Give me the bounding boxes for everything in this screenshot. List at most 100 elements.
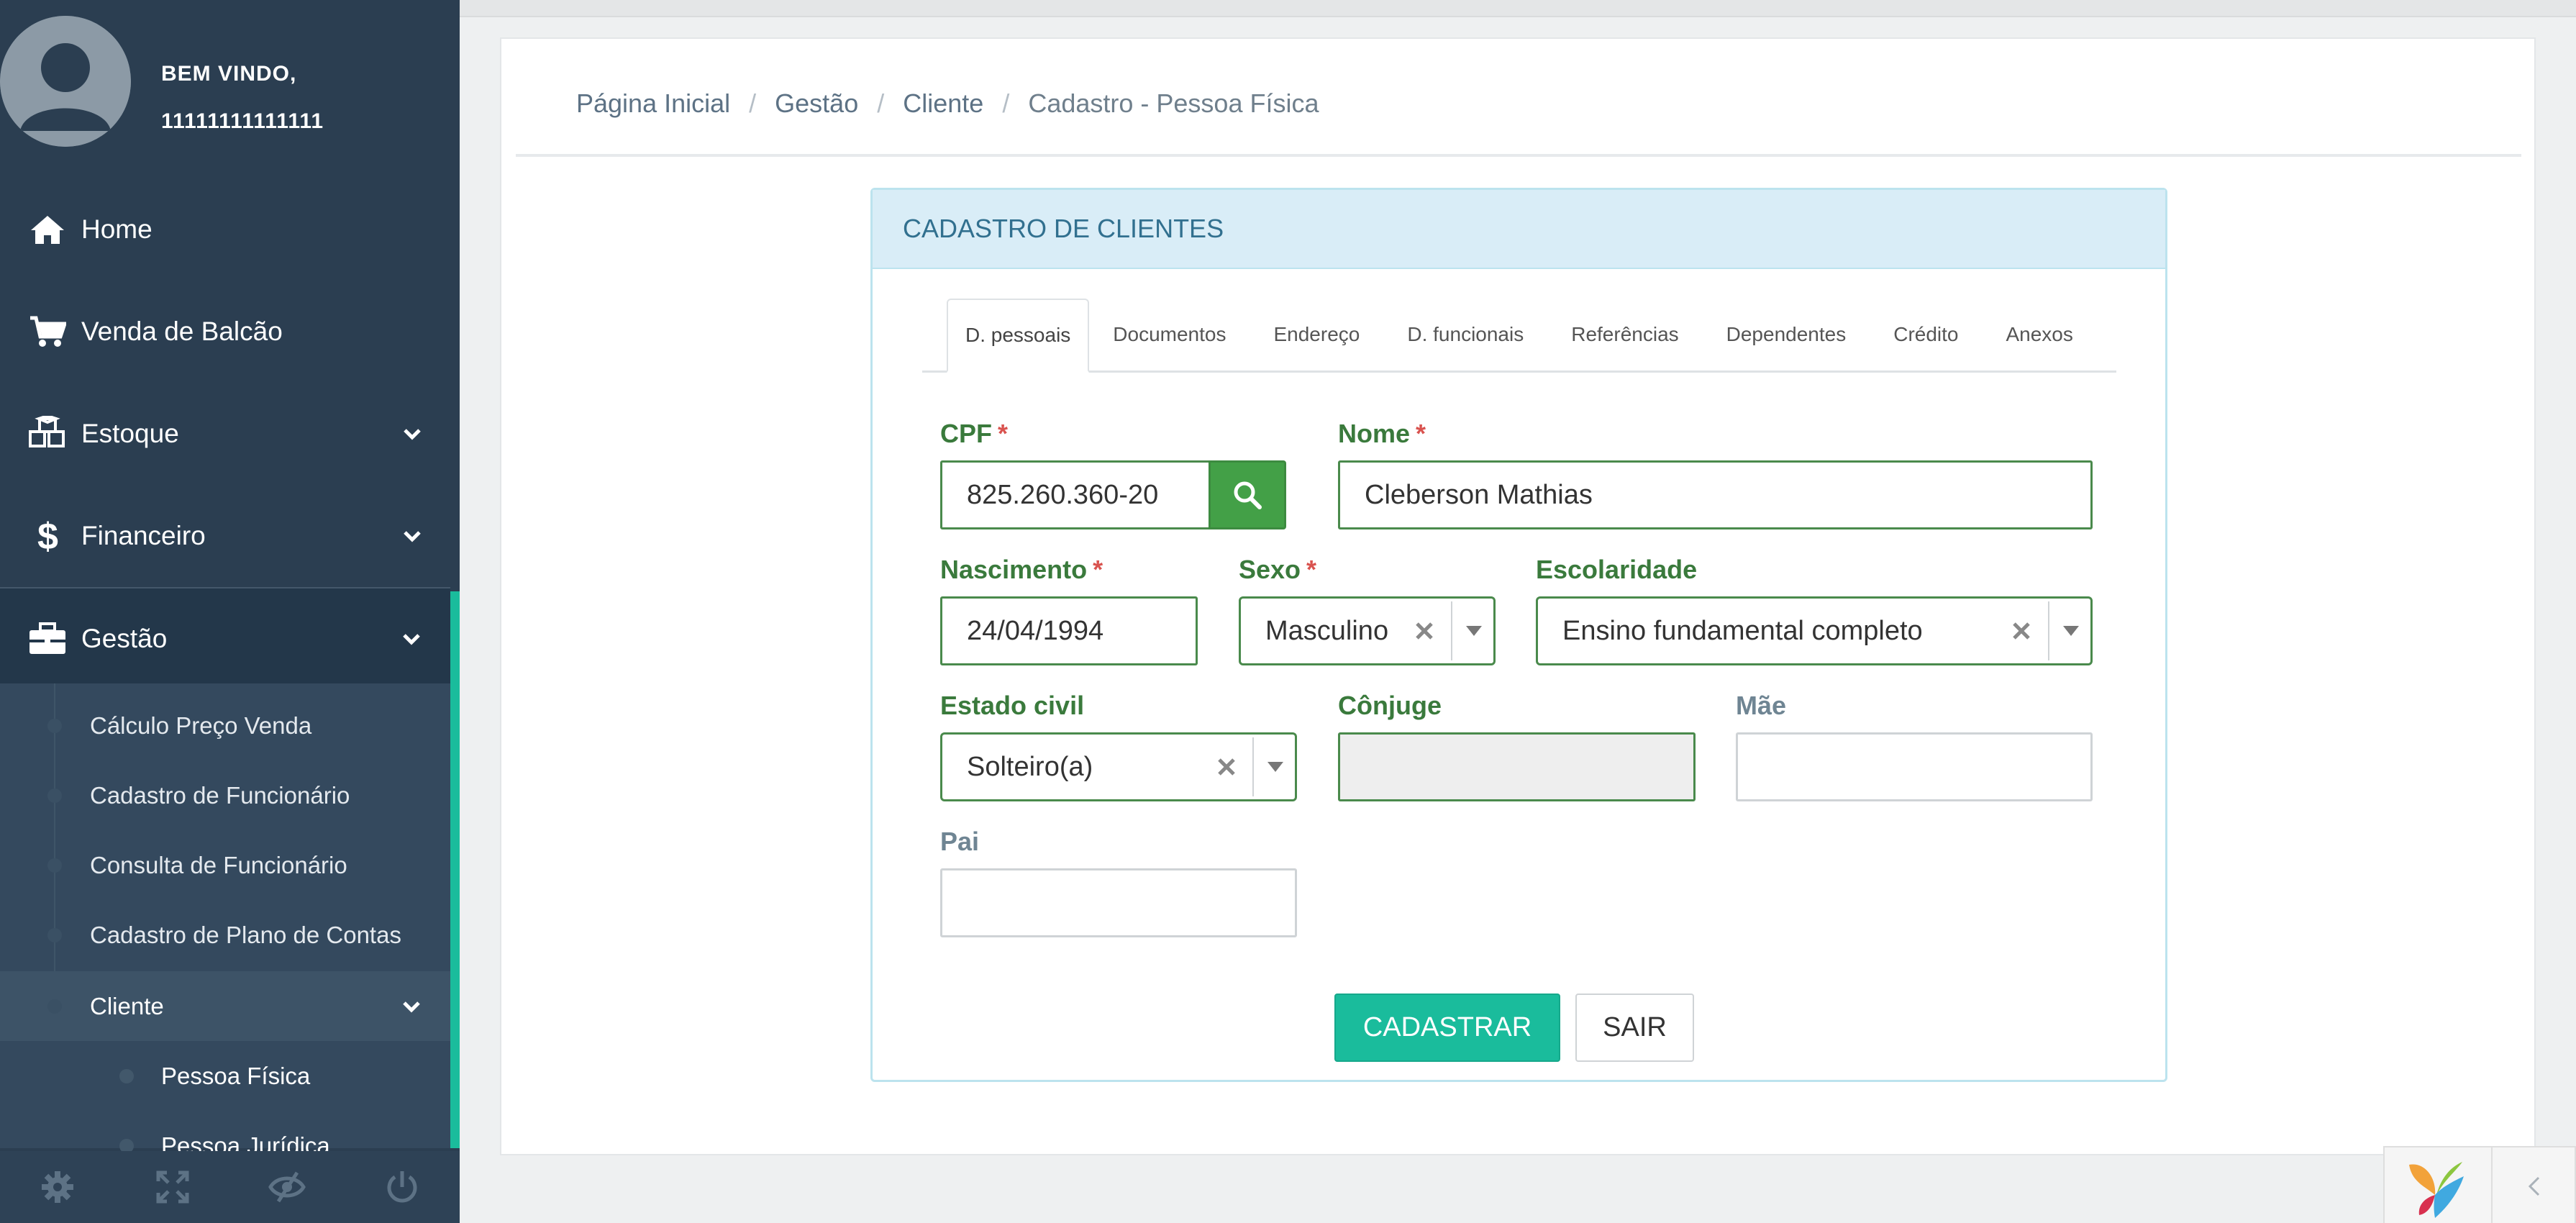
nome-label-text: Nome (1338, 419, 1411, 448)
mae-input[interactable] (1736, 732, 2093, 801)
chevron-down-icon (403, 634, 420, 645)
form-title: CADASTRO DE CLIENTES (873, 190, 2165, 269)
tab-documentos[interactable]: Documentos (1089, 299, 1250, 370)
tab-dependentes[interactable]: Dependentes (1703, 299, 1870, 370)
client-form-panel: CADASTRO DE CLIENTES D. pessoais Documen… (870, 188, 2167, 1082)
chevron-down-icon (404, 531, 421, 542)
logout-button[interactable] (345, 1151, 460, 1223)
tab-anexos[interactable]: Anexos (1982, 299, 2096, 370)
menu-label-estoque: Estoque (81, 419, 179, 448)
submenu-item-cliente[interactable]: Cliente (0, 971, 450, 1041)
estado-civil-label-text: Estado civil (940, 691, 1085, 720)
tab-dados-funcionais[interactable]: D. funcionais (1383, 299, 1547, 370)
sexo-select[interactable]: Masculino (1239, 596, 1496, 665)
caret-down-icon[interactable] (1466, 626, 1482, 636)
caret-down-icon[interactable] (1267, 762, 1283, 772)
mae-label-text: Mãe (1736, 691, 1787, 720)
nome-label: Nome * (1338, 419, 1426, 449)
nascimento-label: Nascimento * (940, 555, 1103, 585)
required-mark: * (1093, 555, 1103, 584)
menu-label-financeiro: Financeiro (81, 521, 206, 550)
chevron-left-icon (2528, 1176, 2540, 1196)
clear-icon[interactable] (2011, 620, 2032, 642)
top-bar (460, 0, 2576, 17)
collapse-toolbar-button[interactable] (2491, 1147, 2576, 1223)
power-icon (387, 1171, 417, 1203)
bullet-icon (47, 927, 62, 942)
breadcrumb-separator: / (877, 88, 885, 118)
briefcase-icon (27, 619, 68, 659)
submenu-item-cadastro-funcionario[interactable]: Cadastro de Funcionário (0, 760, 450, 830)
submenu-item-pessoa-fisica[interactable]: Pessoa Física (0, 1041, 450, 1111)
svg-text:$: $ (37, 516, 58, 556)
tab-dados-pessoais[interactable]: D. pessoais (947, 299, 1090, 373)
clear-icon[interactable] (1216, 756, 1237, 778)
breadcrumb-link-home[interactable]: Página Inicial (576, 88, 730, 119)
nascimento-input[interactable]: 24/04/1994 (940, 596, 1198, 665)
clear-icon[interactable] (1414, 620, 1435, 642)
menu-item-gestao[interactable]: Gestão (0, 587, 450, 689)
menu-label-home: Home (81, 214, 153, 244)
conjuge-input[interactable] (1338, 732, 1696, 801)
active-section-indicator (450, 591, 460, 1148)
search-icon (1234, 481, 1262, 509)
settings-button[interactable] (0, 1151, 115, 1223)
required-mark: * (1306, 555, 1317, 584)
pai-label-text: Pai (940, 827, 980, 856)
breadcrumb-link-cliente[interactable]: Cliente (903, 88, 983, 119)
sair-button[interactable]: SAIR (1575, 994, 1694, 1062)
required-mark: * (998, 419, 1009, 448)
lock-screen-button[interactable] (230, 1151, 345, 1223)
avatar (0, 16, 131, 147)
main-content: Página Inicial / Gestão / Cliente / Cada… (500, 37, 2536, 1155)
menu-item-home[interactable]: Home (0, 178, 460, 281)
select-divider (1451, 601, 1452, 660)
breadcrumb-link-gestao[interactable]: Gestão (775, 88, 858, 119)
menu-item-venda-balcao[interactable]: Venda de Balcão (0, 281, 460, 383)
sidebar-footer (0, 1151, 460, 1223)
escolaridade-select[interactable]: Ensino fundamental completo (1536, 596, 2093, 665)
select-divider (1252, 737, 1254, 796)
pai-input[interactable] (940, 868, 1297, 937)
submenu-label: Cadastro de Funcionário (90, 781, 350, 809)
tab-endereco[interactable]: Endereço (1250, 299, 1383, 370)
menu-item-financeiro[interactable]: $ Financeiro (0, 485, 460, 587)
bullet-icon (47, 858, 62, 873)
fullscreen-icon (156, 1170, 189, 1204)
bullet-icon (119, 1068, 134, 1083)
breadcrumb-separator: / (1002, 88, 1010, 118)
chevron-down-icon (404, 429, 421, 440)
escolaridade-selected-value: Ensino fundamental completo (1562, 615, 1923, 646)
welcome-text: BEM VINDO, 11111111111111 (161, 50, 324, 145)
debug-toolbar (2383, 1146, 2576, 1223)
framework-logo-icon[interactable] (2403, 1158, 2468, 1219)
sexo-label: Sexo * (1239, 555, 1316, 585)
estado-civil-selected-value: Solteiro(a) (967, 751, 1093, 782)
menu-label-venda: Venda de Balcão (81, 317, 283, 346)
bullet-icon (47, 788, 62, 803)
submenu-item-calculo-preco[interactable]: Cálculo Preço Venda (0, 691, 450, 760)
cpf-search-button[interactable] (1209, 460, 1286, 529)
chevron-down-icon (403, 1001, 420, 1013)
tab-referencias[interactable]: Referências (1547, 299, 1702, 370)
menu-item-estoque[interactable]: Estoque (0, 383, 460, 485)
caret-down-icon[interactable] (2063, 626, 2079, 636)
pai-label: Pai (940, 827, 979, 857)
estado-civil-select[interactable]: Solteiro(a) (940, 732, 1297, 801)
fullscreen-button[interactable] (115, 1151, 230, 1223)
nome-input[interactable]: Cleberson Mathias (1338, 460, 2093, 529)
bullet-icon (47, 999, 62, 1014)
tab-credito[interactable]: Crédito (1870, 299, 1982, 370)
sexo-label-text: Sexo (1239, 555, 1301, 584)
required-mark: * (1416, 419, 1426, 448)
cpf-input[interactable]: 825.260.360-20 (940, 460, 1211, 529)
cadastrar-button[interactable]: CADASTRAR (1334, 994, 1560, 1062)
submenu-label: Cálculo Preço Venda (90, 711, 312, 739)
submenu-item-plano-contas[interactable]: Cadastro de Plano de Contas (0, 900, 450, 970)
breadcrumb-separator: / (749, 88, 757, 118)
home-icon (27, 209, 68, 250)
submenu-item-consulta-funcionario[interactable]: Consulta de Funcionário (0, 830, 450, 900)
dollar-icon: $ (27, 516, 68, 556)
gear-icon (41, 1171, 73, 1203)
user-id: 11111111111111 (161, 109, 324, 133)
